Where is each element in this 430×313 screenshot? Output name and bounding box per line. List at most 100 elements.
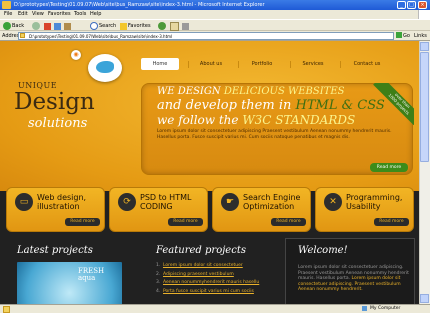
minimize-button[interactable]: _ [397,1,406,9]
service-card-programming[interactable]: ✕ Programming, Usability Read more [315,187,414,232]
toolbar: Back Search Favorites [0,19,430,31]
history-button[interactable] [158,22,167,30]
featured-link[interactable]: Aenean nonummyhendrerit mauris hasellu [163,280,259,285]
menu-edit[interactable]: Edit [18,10,28,19]
service-read-more-button[interactable]: Read more [168,218,203,226]
search-button[interactable]: Search [90,22,116,30]
list-item: 3. Aenean nonummyhendrerit mauris hasellu [156,279,259,288]
menu-view[interactable]: View [32,10,44,19]
links-button[interactable]: Links [414,32,427,40]
refresh-button[interactable] [54,22,62,30]
list-item: 4. Porta fusce suscipit varius mi cum soc… [156,288,254,297]
print-icon [182,22,189,30]
promo-line-3-highlight: W3C STANDARDS [242,113,356,127]
status-bar: My Computer [0,304,430,313]
logo-design: Design [14,89,95,115]
menu-favorites[interactable]: Favorites [48,10,71,19]
go-button[interactable]: Go [396,32,412,40]
print-button[interactable] [182,22,190,30]
service-title: Web design, illustration [37,193,87,211]
search-icon [90,22,98,30]
refresh-icon: ⟳ [118,193,136,211]
service-read-more-button[interactable]: Read more [271,218,306,226]
windows-logo-icon [418,10,430,19]
back-button[interactable]: Back [3,22,24,30]
nav-contact-us[interactable]: Contact us [344,58,390,70]
list-number: 3. [156,280,161,285]
service-read-more-button[interactable]: Read more [65,218,100,226]
promo-line-1-highlight: DELICIOUS WEBSITES [223,86,345,97]
list-number: 1. [156,263,161,268]
promo-line-3: we follow the W3C STANDARDS [157,113,355,127]
service-card-psd-to-html[interactable]: ⟳ PSD to HTML CODING Read more [109,187,208,232]
service-read-more-button[interactable]: Read more [374,218,409,226]
promo-line-1: WE DESIGN DELICIOUS WEBSITES [157,86,345,97]
star-icon [120,22,127,30]
welcome-body-text: Lorem ipsum dolor sit consectetuer adipi… [298,265,413,293]
nav-divider [238,61,239,68]
favorites-button[interactable]: Favorites [120,22,151,30]
welcome-heading: Welcome! [298,245,348,256]
thumbnail-caption: FRESH aqua [78,267,105,282]
go-arrow-icon [396,32,402,38]
mail-icon [170,21,179,31]
nav-portfolio[interactable]: Portfolio [243,58,281,70]
service-card-web-design[interactable]: ▭ Web design, illustration Read more [6,187,105,232]
promo-read-more-button[interactable]: Read more [370,163,408,172]
latest-project-thumbnail[interactable] [17,262,122,304]
home-button[interactable] [64,22,72,30]
back-label: Back [12,23,25,29]
nav-services[interactable]: Services [294,58,332,70]
maximize-button[interactable]: □ [407,1,416,9]
stop-button[interactable] [44,22,52,30]
nav-home[interactable]: Home [141,58,179,70]
nav-about-us[interactable]: About us [192,58,230,70]
close-button[interactable]: × [418,1,427,9]
page-viewport: ◉ Home About us Portfolio Services Conta… [0,41,419,304]
favorites-label: Favorites [128,23,151,29]
service-title: PSD to HTML CODING [140,193,192,211]
menu-tools[interactable]: Tools [74,10,86,19]
promo-line-2: and develop them in HTML & CSS [157,98,385,113]
featured-link[interactable]: Lorem ipsum dolor sit consectetuer [163,263,243,268]
forward-button[interactable] [32,22,41,30]
address-input[interactable]: D:\prototypes\Testing\01.09.07\Web\site\… [18,32,394,40]
ribbon-text: over than 1000 projects [373,83,414,125]
service-title: Programming, Usability [346,193,403,211]
logo-solutions: solutions [28,116,88,131]
computer-icon [362,306,367,311]
home-icon [64,22,71,30]
list-number: 2. [156,271,161,277]
mail-button[interactable] [170,21,180,31]
promo-line-3-text: we follow the [157,113,239,127]
page-icon [20,33,25,38]
menu-file[interactable]: File [4,10,12,19]
ie-icon [2,1,11,9]
menu-bar: File Edit View Favorites Tools Help [0,10,430,19]
stop-icon [44,22,51,30]
window-title-bar[interactable]: D:\prototypes\Testing\01.09.07\Web\site\… [0,0,430,10]
address-bar: Address D:\prototypes\Testing\01.09.07\W… [0,31,430,41]
promo-body-text: Lorem ipsum dolor sit consectetuer adipi… [157,129,392,140]
nav-divider [340,61,341,68]
list-item: 1. Lorem ipsum dolor sit consectetuer [156,262,243,271]
monitor-icon: ▭ [15,193,33,211]
list-number: 4. [156,288,161,294]
scroll-up-button[interactable] [420,42,429,51]
list-item: 2. Adipiscing praesent vestibulum [156,271,234,280]
refresh-icon [54,22,61,30]
menu-help[interactable]: Help [90,10,101,19]
featured-link[interactable]: Porta fusce suscipit varius mi cum socii… [163,289,254,294]
go-label: Go [403,33,410,39]
forward-arrow-icon [32,22,40,30]
featured-link[interactable]: Adipiscing praesent vestibulum [163,272,234,277]
rss-icon[interactable]: ◉ [71,50,81,60]
scroll-down-button[interactable] [420,294,429,303]
twitter-bird-icon [96,61,114,73]
tools-icon: ✕ [324,193,342,211]
scroll-thumb[interactable] [420,52,429,162]
window-title: D:\prototypes\Testing\01.09.07\Web\site\… [14,2,265,8]
nav-divider [290,61,291,68]
service-card-seo[interactable]: ☛ Search Engine Optimization Read more [212,187,311,232]
search-label: Search [99,23,117,29]
